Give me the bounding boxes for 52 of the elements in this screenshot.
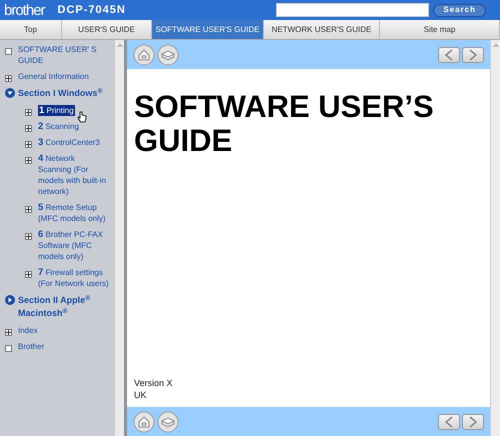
scrollbar[interactable] — [114, 40, 124, 436]
search-button[interactable]: Search — [433, 4, 486, 16]
section-link[interactable]: Section I Windows$^{®}$ — [18, 87, 102, 100]
previous-button[interactable] — [438, 414, 460, 430]
expand-icon[interactable] — [25, 206, 32, 213]
chapter-link[interactable]: 2 Scanning — [38, 121, 79, 132]
page-icon[interactable] — [5, 48, 12, 55]
footer-text: Version X — [134, 377, 174, 389]
next-button[interactable] — [462, 414, 484, 430]
search-field[interactable] — [276, 3, 430, 17]
tab[interactable]: Top — [0, 20, 62, 39]
expand-icon[interactable] — [25, 271, 32, 278]
expand-icon[interactable] — [25, 157, 32, 164]
page-icon[interactable] — [5, 345, 12, 352]
model-name: DCP-7045N — [58, 2, 126, 18]
chevron-right-icon — [468, 48, 478, 60]
footer-text: UK — [134, 389, 148, 401]
page-title: SOFTWARE USER’S GUIDE — [134, 90, 434, 158]
chapter-link[interactable]: 5 Remote Setup (MFC models only) — [38, 202, 110, 224]
expand-icon[interactable] — [25, 125, 32, 132]
chapter-link[interactable]: 6 Brother PC-FAX Software (MFC models only) — [38, 229, 110, 262]
chevron-left-icon — [444, 48, 454, 60]
chapter-link[interactable]: 1 Printing — [38, 105, 75, 116]
tab[interactable]: NETWORK USER'S GUIDE — [264, 20, 380, 39]
tab[interactable]: Site map — [380, 20, 500, 39]
expand-icon[interactable] — [25, 141, 32, 148]
section-link[interactable]: Section II Apple$^{®}$ Macintosh$^{®}$ — [18, 294, 114, 320]
tab[interactable]: SOFTWARE USER'S GUIDE — [152, 20, 264, 39]
collapse-icon[interactable] — [5, 88, 15, 98]
book-icon[interactable] — [157, 410, 179, 432]
chapter-link[interactable]: 4 Network Scanning (For models with built-in network) — [38, 153, 110, 197]
sidebar-link[interactable]: Index — [18, 325, 38, 336]
sidebar-link[interactable]: Brother — [18, 341, 44, 352]
next-button[interactable] — [462, 46, 484, 62]
expand-icon[interactable] — [5, 75, 12, 82]
expand-icon[interactable] — [5, 295, 15, 305]
chapter-link[interactable]: 7 Firewall settings (For Network users) — [38, 267, 110, 289]
book-icon[interactable] — [157, 44, 179, 66]
expand-icon[interactable] — [25, 233, 32, 240]
home-icon[interactable] — [133, 44, 155, 66]
expand-icon[interactable] — [25, 109, 32, 116]
sidebar-link[interactable]: General Information — [18, 71, 89, 82]
chevron-left-icon — [444, 416, 454, 428]
brand-logo[interactable]: brother — [4, 2, 45, 18]
chapter-link[interactable]: 3 ControlCenter3 — [38, 137, 100, 148]
sidebar-link[interactable]: SOFTWARE USER' S GUIDE — [18, 44, 114, 66]
scrollbar[interactable] — [490, 40, 500, 436]
chevron-right-icon — [468, 416, 478, 428]
previous-button[interactable] — [438, 46, 460, 62]
home-icon[interactable] — [133, 410, 155, 432]
pointer-hand-icon — [77, 111, 87, 123]
expand-icon[interactable] — [5, 329, 12, 336]
